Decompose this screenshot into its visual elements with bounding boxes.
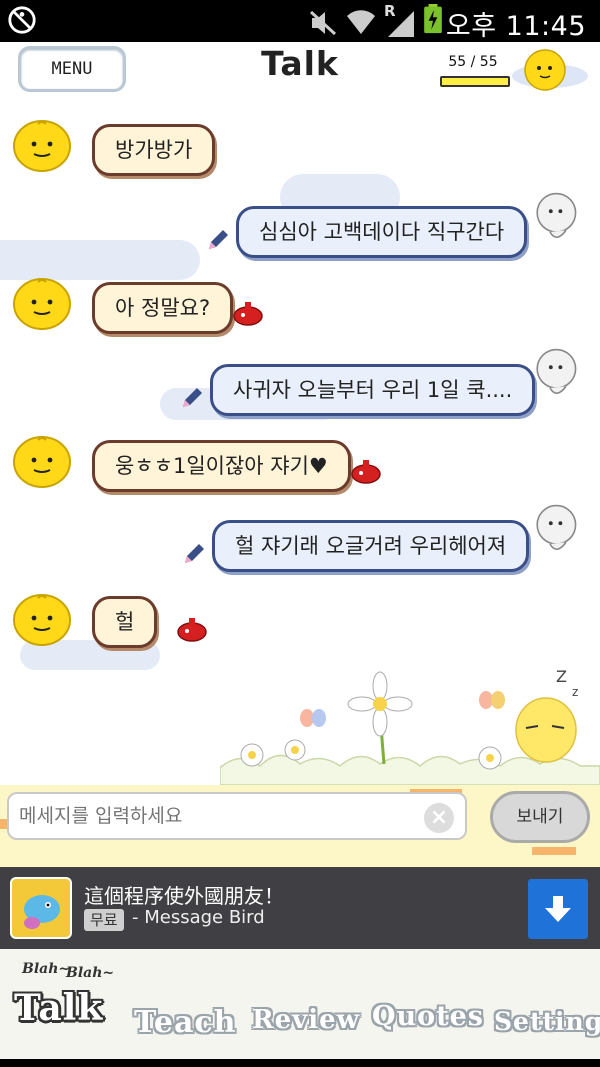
header-chick-icon bbox=[512, 49, 588, 91]
simsimi-message: 아 정말요? bbox=[92, 282, 234, 334]
ad-app-icon bbox=[10, 877, 72, 939]
report-bomb-icon[interactable] bbox=[176, 614, 208, 642]
simsimi-avatar-icon bbox=[13, 436, 71, 488]
no-accessibility-icon bbox=[8, 6, 36, 34]
ad-subtitle: - Message Bird bbox=[132, 907, 265, 928]
nav-teach[interactable]: Teach bbox=[134, 1005, 237, 1040]
clear-input-icon[interactable]: × bbox=[424, 803, 454, 833]
simsimi-message: 방가방가 bbox=[92, 124, 216, 176]
nav-setting[interactable]: Setting bbox=[494, 1007, 600, 1036]
energy-bar bbox=[440, 76, 510, 87]
nav-review[interactable]: Review bbox=[252, 1005, 360, 1035]
svg-text:z: z bbox=[572, 685, 578, 699]
simsimi-avatar-icon bbox=[13, 120, 71, 172]
user-message: 헐 쟈기래 오글거려 우리헤어져 bbox=[212, 520, 530, 572]
edit-pencil-icon[interactable] bbox=[182, 542, 206, 566]
signal-icon bbox=[388, 11, 414, 37]
blah-label: Blah~ bbox=[66, 965, 115, 981]
edit-pencil-icon[interactable] bbox=[180, 386, 204, 410]
wifi-icon bbox=[347, 10, 375, 34]
blah-label: Blah~ bbox=[22, 961, 71, 977]
meadow-decoration: Z z bbox=[220, 667, 600, 785]
report-bomb-icon[interactable] bbox=[350, 456, 382, 484]
message-composer: × 보내기 bbox=[0, 785, 600, 867]
simsimi-message: 웅ㅎㅎ1일이잖아 쟈기♥ bbox=[92, 440, 351, 492]
ad-banner[interactable]: 這個程序使外國朋友！ 무료 - Message Bird bbox=[0, 867, 600, 949]
user-avatar-icon bbox=[536, 504, 577, 550]
bottom-edge bbox=[0, 1059, 600, 1067]
svg-text:Z: Z bbox=[556, 667, 567, 686]
status-bar: R 오후 11:45 bbox=[0, 0, 600, 42]
user-message: 사귀자 오늘부터 우리 1일 쿡.... bbox=[210, 364, 536, 416]
clock: 오후 11:45 bbox=[445, 11, 586, 42]
bottom-nav: Blah~ Blah~ Talk Teach Review Quotes Set… bbox=[0, 949, 600, 1059]
chat-area[interactable]: 방가방가 심심아 고백데이다 직구간다 아 정말요? 사귀자 오늘부터 우리 1… bbox=[0, 100, 600, 785]
ad-free-badge: 무료 bbox=[84, 909, 124, 931]
send-button[interactable]: 보내기 bbox=[490, 791, 590, 843]
simsimi-message: 헐 bbox=[92, 596, 158, 648]
download-arrow-icon bbox=[545, 896, 571, 922]
app-header: MENU Talk 55 / 55 bbox=[0, 42, 600, 100]
nav-quotes[interactable]: Quotes bbox=[372, 1001, 484, 1032]
edit-pencil-icon[interactable] bbox=[206, 228, 230, 252]
bird-icon bbox=[24, 895, 60, 929]
nav-talk[interactable]: Talk bbox=[14, 987, 103, 1029]
cloud-decoration bbox=[0, 240, 200, 280]
simsimi-avatar-icon bbox=[13, 278, 71, 330]
battery-charging-icon bbox=[424, 4, 442, 34]
energy-counter: 55 / 55 bbox=[448, 54, 498, 70]
report-bomb-icon[interactable] bbox=[232, 298, 264, 326]
download-button[interactable] bbox=[528, 879, 588, 939]
user-avatar-icon bbox=[536, 192, 577, 238]
message-input[interactable] bbox=[7, 792, 467, 840]
mute-icon bbox=[309, 10, 337, 36]
ad-title: 這個程序使外國朋友！ bbox=[84, 884, 284, 908]
user-message: 심심아 고백데이다 직구간다 bbox=[236, 206, 528, 258]
tape-decoration bbox=[532, 847, 576, 855]
simsimi-avatar-icon bbox=[13, 594, 71, 646]
user-avatar-icon bbox=[536, 348, 577, 394]
